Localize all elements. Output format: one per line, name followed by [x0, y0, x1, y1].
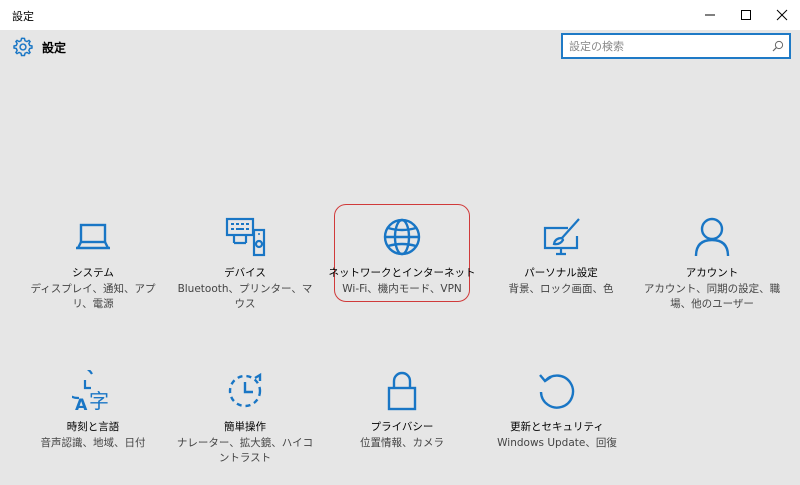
svg-text:字: 字	[89, 389, 109, 412]
update-icon	[539, 374, 575, 409]
tile-label: プライバシー	[370, 421, 434, 433]
maximize-button[interactable]	[728, 0, 764, 30]
tile-update-security[interactable]: 更新とセキュリティ Windows Update、回復	[482, 370, 632, 451]
tile-personalization[interactable]: パーソナル設定 背景、ロック画面、色	[486, 216, 636, 297]
search-box[interactable]	[561, 33, 791, 59]
tile-description: ディスプレイ、通知、アプリ、電源	[30, 283, 156, 310]
tile-description: Wi-Fi、機内モード、VPN	[342, 283, 462, 295]
tile-network[interactable]: ネットワークとインターネット Wi-Fi、機内モード、VPN	[327, 216, 477, 297]
tile-label: デバイス	[224, 267, 266, 279]
tile-description: 音声認識、地域、日付	[40, 437, 146, 449]
search-icon[interactable]	[771, 39, 785, 53]
title-bar: 設定	[0, 0, 800, 30]
tile-label: パーソナル設定	[524, 267, 598, 279]
tile-description: アカウント、同期の設定、職場、他のユーザー	[643, 283, 781, 310]
page-title: 設定	[42, 41, 67, 55]
tile-label: システム	[72, 267, 114, 279]
tile-label: ネットワークとインターネット	[328, 267, 476, 279]
tile-description: Bluetooth、プリンター、マウス	[177, 283, 313, 310]
close-button[interactable]	[764, 0, 800, 30]
lock-icon	[387, 371, 417, 411]
minimize-button[interactable]	[692, 0, 728, 30]
tile-description: 背景、ロック画面、色	[508, 283, 614, 295]
tile-system[interactable]: システム ディスプレイ、通知、アプリ、電源	[18, 216, 168, 312]
search-input[interactable]	[569, 38, 759, 54]
tile-description: Windows Update、回復	[497, 437, 617, 449]
time-language-icon: A 字	[72, 370, 109, 412]
tile-description: ナレーター、拡大鏡、ハイコントラスト	[176, 437, 314, 464]
minimize-icon	[705, 14, 715, 16]
account-icon	[694, 217, 730, 257]
tile-label: アカウント	[685, 267, 739, 279]
tile-time-language[interactable]: A 字 時刻と言語 音声認識、地域、日付	[18, 370, 168, 451]
personalization-icon	[543, 218, 580, 256]
tile-devices[interactable]: デバイス Bluetooth、プリンター、マウス	[170, 216, 320, 312]
laptop-icon	[76, 223, 110, 250]
tile-label: 更新とセキュリティ	[510, 421, 604, 433]
svg-text:A: A	[75, 395, 88, 412]
tile-accounts[interactable]: アカウント アカウント、同期の設定、職場、他のユーザー	[637, 216, 787, 312]
ease-of-access-icon	[228, 372, 262, 408]
maximize-icon	[741, 10, 751, 20]
tile-label: 簡単操作	[224, 421, 266, 433]
settings-header: 設定	[0, 30, 800, 66]
globe-icon	[383, 218, 421, 256]
settings-window: 設定 設定 設定の検索 システム ディスプレイ、通知、アプリ、電源 デバイス B…	[0, 0, 800, 485]
devices-icon	[225, 217, 266, 257]
gear-icon	[13, 37, 33, 57]
close-icon	[776, 9, 788, 21]
tile-privacy[interactable]: プライバシー 位置情報、カメラ	[327, 370, 477, 451]
tile-description: 位置情報、カメラ	[360, 437, 444, 449]
window-title: 設定	[12, 10, 34, 23]
tile-label: 時刻と言語	[66, 421, 120, 433]
tile-ease-of-access[interactable]: 簡単操作 ナレーター、拡大鏡、ハイコントラスト	[170, 370, 320, 466]
